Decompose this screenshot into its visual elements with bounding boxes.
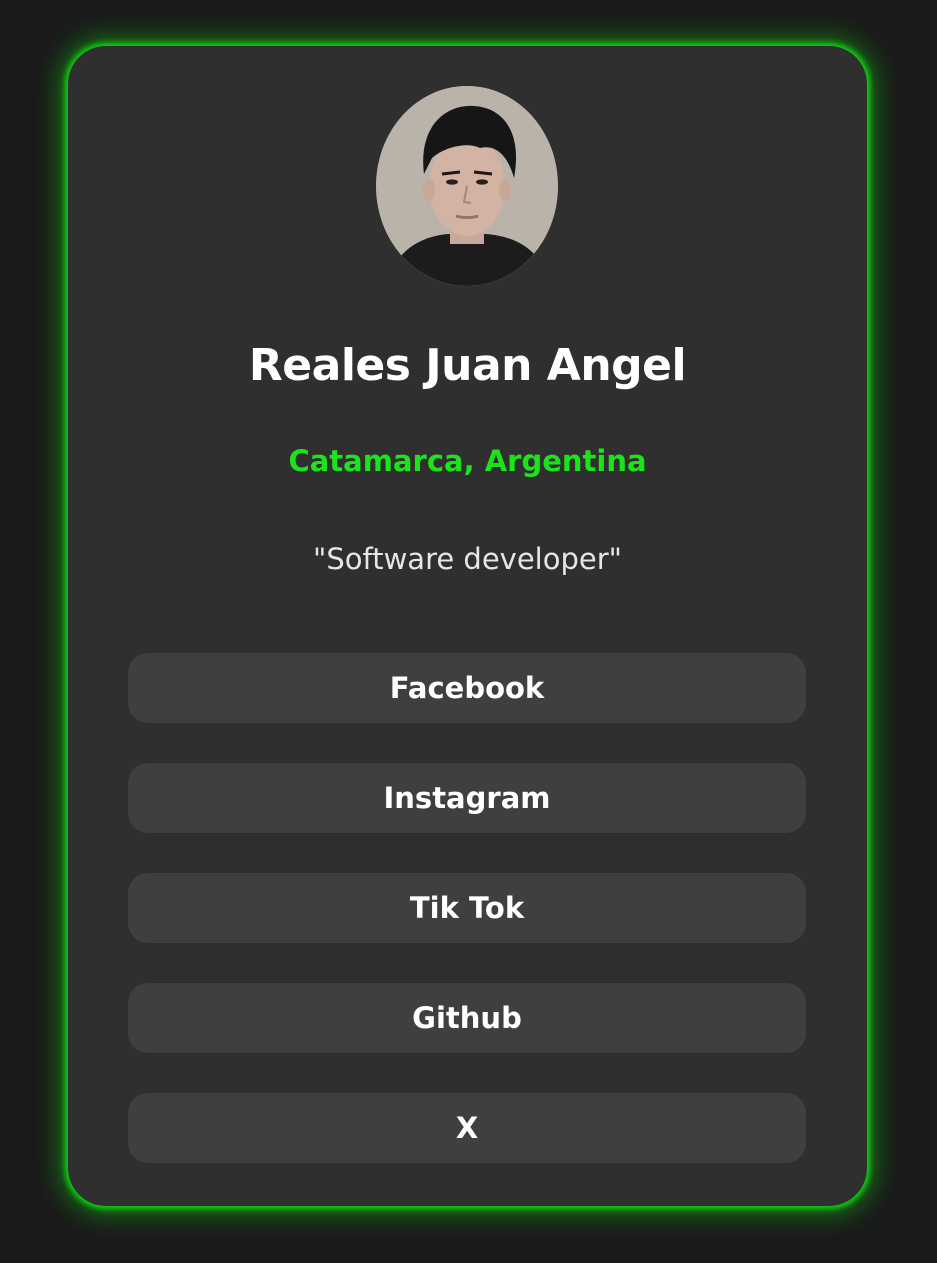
facebook-link-button[interactable]: Facebook [128,653,806,723]
tiktok-link-button[interactable]: Tik Tok [128,873,806,943]
instagram-link-button[interactable]: Instagram [128,763,806,833]
github-link-button[interactable]: Github [128,983,806,1053]
x-link-button[interactable]: X [128,1093,806,1163]
avatar-photo [376,86,558,286]
profile-name: Reales Juan Angel [248,340,687,391]
profile-card: Reales Juan Angel Catamarca, Argentina "… [68,46,867,1206]
profile-location: Catamarca, Argentina [288,444,647,478]
profile-avatar [376,86,558,286]
social-links: Facebook Instagram Tik Tok Github X [128,653,806,1203]
profile-bio: "Software developer" [313,542,622,576]
